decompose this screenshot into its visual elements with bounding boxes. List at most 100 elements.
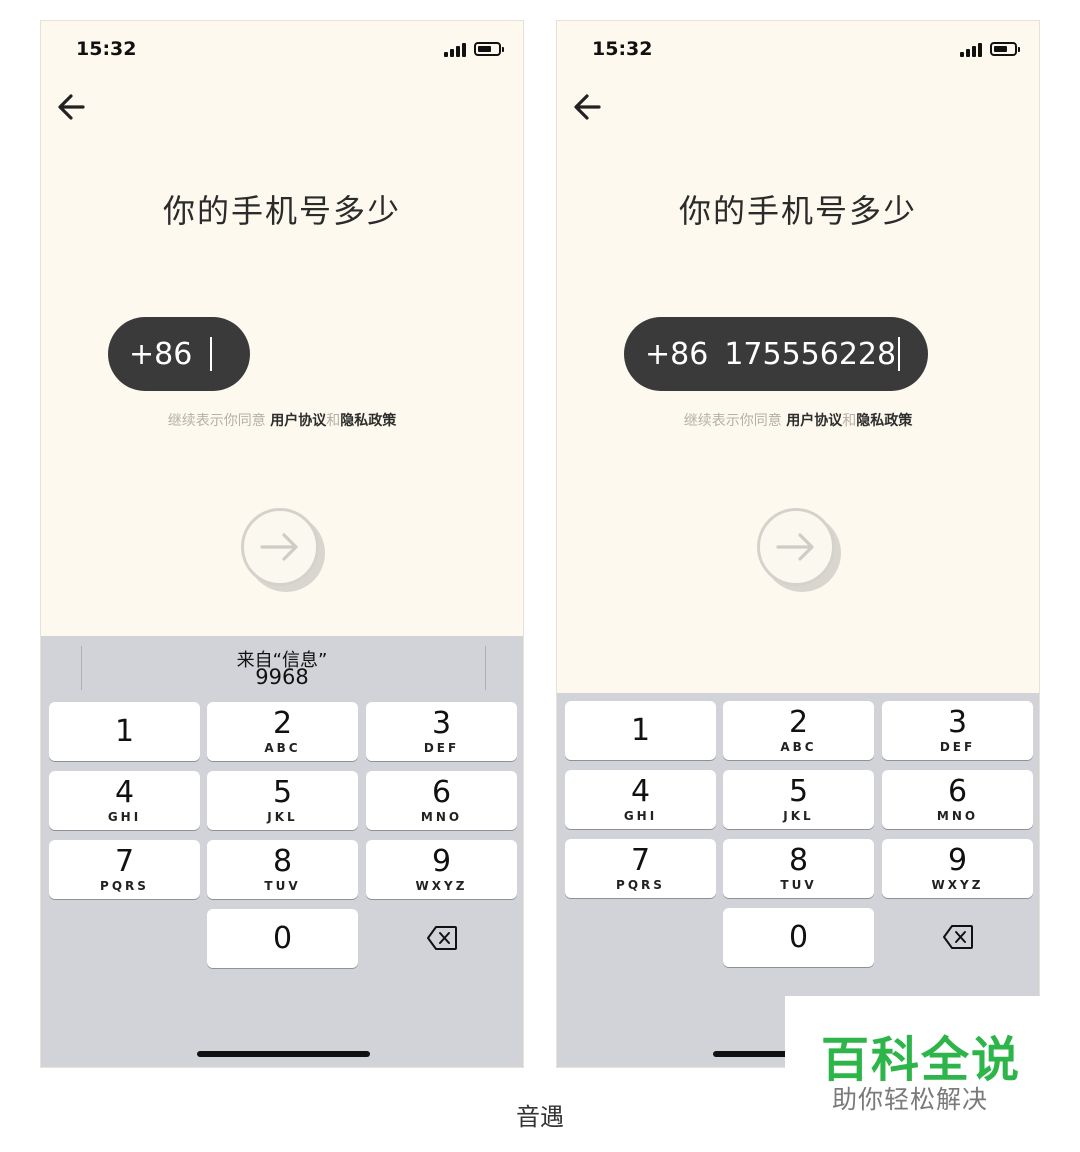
key-1[interactable]: 1 bbox=[565, 701, 716, 760]
key-digit: 6 bbox=[947, 774, 968, 809]
battery-icon bbox=[474, 42, 504, 56]
text-cursor bbox=[898, 337, 901, 371]
key-digit: 5 bbox=[788, 774, 809, 809]
country-code[interactable]: +86 bbox=[129, 337, 192, 372]
key-7[interactable]: 7 PQRS bbox=[565, 839, 716, 898]
page-title: 你的手机号多少 bbox=[162, 192, 401, 230]
key-letters: DEF bbox=[939, 740, 976, 754]
delete-key[interactable] bbox=[366, 909, 517, 968]
key-3[interactable]: 3 DEF bbox=[366, 702, 517, 761]
key-digit: 4 bbox=[114, 775, 135, 810]
key-2[interactable]: 2 ABC bbox=[723, 701, 874, 760]
key-digit: 4 bbox=[630, 774, 651, 809]
otp-suggestion[interactable]: 来自“信息” 9968 bbox=[41, 636, 523, 702]
signal-icon bbox=[960, 43, 984, 57]
key-digit: 8 bbox=[788, 843, 809, 878]
key-digit: 9 bbox=[431, 844, 452, 879]
phone-number-input[interactable]: +86 175556228 bbox=[624, 317, 928, 391]
key-digit: 3 bbox=[947, 705, 968, 740]
backspace-icon bbox=[427, 926, 457, 950]
home-indicator bbox=[197, 1051, 370, 1057]
key-letters: WXYZ bbox=[931, 878, 984, 892]
key-9[interactable]: 9 WXYZ bbox=[882, 839, 1033, 898]
key-1[interactable]: 1 bbox=[49, 702, 200, 761]
phone-screen-right: 15:32 你的手机号多少 +86 175556228 继续表示你同意 用户协议… bbox=[556, 20, 1040, 1068]
key-0[interactable]: 0 bbox=[723, 908, 874, 967]
agreement-prefix: 继续表示你同意 bbox=[683, 413, 787, 429]
status-time: 15:32 bbox=[592, 38, 653, 60]
key-digit: 9 bbox=[947, 843, 968, 878]
phone-number-input[interactable]: +86 bbox=[108, 317, 250, 391]
key-digit: 0 bbox=[788, 920, 809, 955]
status-bar: 15:32 bbox=[41, 21, 523, 81]
key-0[interactable]: 0 bbox=[207, 909, 358, 968]
key-digit: 0 bbox=[272, 921, 293, 956]
key-8[interactable]: 8 TUV bbox=[723, 839, 874, 898]
arrow-left-icon bbox=[58, 94, 85, 120]
key-letters: PQRS bbox=[100, 879, 149, 893]
text-cursor bbox=[210, 337, 213, 371]
key-digit: 7 bbox=[630, 843, 651, 878]
signal-icon bbox=[444, 43, 468, 57]
status-bar: 15:32 bbox=[557, 21, 1039, 81]
key-digit: 7 bbox=[114, 844, 135, 879]
key-letters: JKL bbox=[267, 810, 298, 824]
numeric-keyboard: 来自“信息” 9968 1 2 ABC 3 DEF 4 GHI 5 JKL 6 MNO 7… bbox=[41, 636, 523, 1067]
key-digit: 6 bbox=[431, 775, 452, 810]
key-digit: 1 bbox=[630, 713, 651, 748]
key-letters: ABC bbox=[780, 740, 817, 754]
agreement-and: 和 bbox=[326, 413, 341, 429]
key-4[interactable]: 4 GHI bbox=[49, 771, 200, 830]
key-letters: TUV bbox=[264, 879, 301, 893]
key-letters: MNO bbox=[936, 809, 979, 823]
key-7[interactable]: 7 PQRS bbox=[49, 840, 200, 899]
back-button[interactable] bbox=[53, 87, 93, 127]
arrow-right-icon bbox=[776, 533, 814, 561]
battery-icon bbox=[990, 42, 1020, 56]
key-letters: MNO bbox=[420, 810, 463, 824]
key-6[interactable]: 6 MNO bbox=[882, 770, 1033, 829]
delete-key[interactable] bbox=[882, 908, 1033, 967]
arrow-right-icon bbox=[260, 533, 298, 561]
key-4[interactable]: 4 GHI bbox=[565, 770, 716, 829]
key-digit: 2 bbox=[272, 706, 293, 741]
privacy-policy-link[interactable]: 隐私政策 bbox=[340, 413, 396, 429]
key-digit: 8 bbox=[272, 844, 293, 879]
user-agreement-link[interactable]: 用户协议 bbox=[270, 413, 326, 429]
key-letters: GHI bbox=[107, 810, 142, 824]
key-2[interactable]: 2 ABC bbox=[207, 702, 358, 761]
next-button[interactable] bbox=[241, 508, 319, 586]
agreement-and: 和 bbox=[842, 413, 857, 429]
key-9[interactable]: 9 WXYZ bbox=[366, 840, 517, 899]
key-5[interactable]: 5 JKL bbox=[723, 770, 874, 829]
key-digit: 3 bbox=[431, 706, 452, 741]
key-8[interactable]: 8 TUV bbox=[207, 840, 358, 899]
key-5[interactable]: 5 JKL bbox=[207, 771, 358, 830]
key-letters: JKL bbox=[783, 809, 814, 823]
arrow-left-icon bbox=[574, 94, 601, 120]
phone-screen-left: 15:32 你的手机号多少 +86 继续表示你同意 用户协议和隐私政策 来自“信… bbox=[40, 20, 524, 1068]
key-digit: 2 bbox=[788, 705, 809, 740]
backspace-icon bbox=[943, 925, 973, 949]
key-digit: 1 bbox=[114, 714, 135, 749]
page-title: 你的手机号多少 bbox=[678, 192, 917, 230]
watermark: 百科全说 助你轻松解决 bbox=[785, 996, 1080, 1124]
key-digit: 5 bbox=[272, 775, 293, 810]
back-button[interactable] bbox=[569, 87, 609, 127]
user-agreement-link[interactable]: 用户协议 bbox=[786, 413, 842, 429]
country-code[interactable]: +86 bbox=[645, 337, 708, 372]
key-letters: WXYZ bbox=[415, 879, 468, 893]
agreement-prefix: 继续表示你同意 bbox=[167, 413, 271, 429]
status-time: 15:32 bbox=[76, 38, 137, 60]
next-button[interactable] bbox=[757, 508, 835, 586]
agreement-text: 继续表示你同意 用户协议和隐私政策 bbox=[41, 410, 523, 430]
key-6[interactable]: 6 MNO bbox=[366, 771, 517, 830]
suggestion-code[interactable]: 9968 bbox=[41, 665, 523, 689]
key-3[interactable]: 3 DEF bbox=[882, 701, 1033, 760]
key-letters: TUV bbox=[780, 878, 817, 892]
key-letters: DEF bbox=[423, 741, 460, 755]
watermark-subtitle: 助你轻松解决 bbox=[832, 1085, 989, 1114]
privacy-policy-link[interactable]: 隐私政策 bbox=[856, 413, 912, 429]
key-letters: GHI bbox=[623, 809, 658, 823]
key-letters: PQRS bbox=[616, 878, 665, 892]
